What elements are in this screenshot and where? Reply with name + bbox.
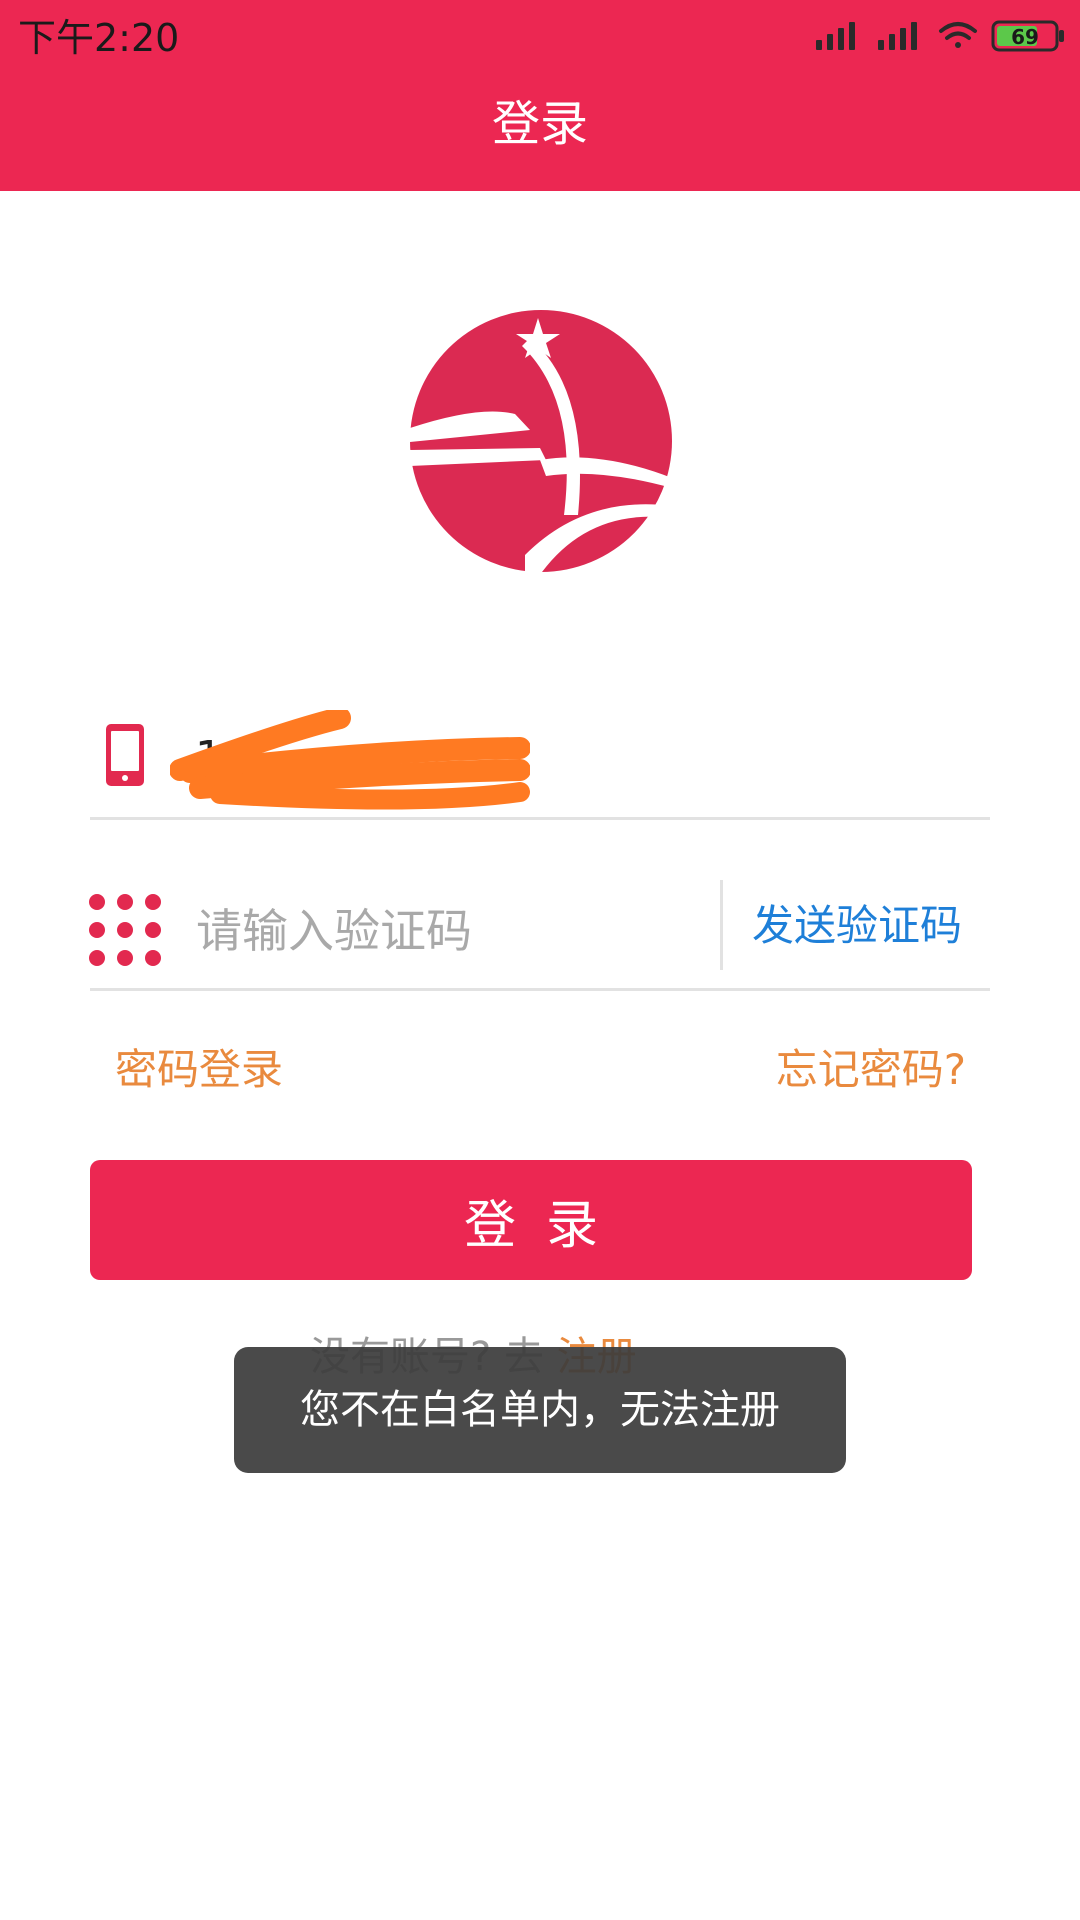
send-code-button[interactable]: 发送验证码 [752,898,962,954]
phone-field-divider [90,817,990,820]
code-field-separator [720,880,723,970]
page-title: 登录 [491,96,588,152]
redaction-scribble [170,710,530,810]
password-login-link[interactable]: 密码登录 [115,1042,283,1098]
keypad-icon [89,894,161,966]
battery-level: 69 [1011,25,1039,49]
signal-icon [878,22,917,50]
wifi-icon [939,22,977,48]
login-button[interactable]: 登录 [90,1160,972,1280]
battery-icon: 69 [991,20,1064,52]
phone-icon [106,724,144,786]
app-logo [410,310,672,572]
signal-icon [816,22,855,50]
toast-message: 您不在白名单内，无法注册 [234,1347,846,1473]
app-header: 下午2:20 69 登录 [0,0,1080,191]
forgot-password-link[interactable]: 忘记密码? [776,1042,966,1098]
status-icons: 69 [816,20,1064,52]
verification-code-input[interactable] [196,900,706,962]
code-field-divider [90,988,990,991]
status-time: 下午2:20 [18,16,180,60]
